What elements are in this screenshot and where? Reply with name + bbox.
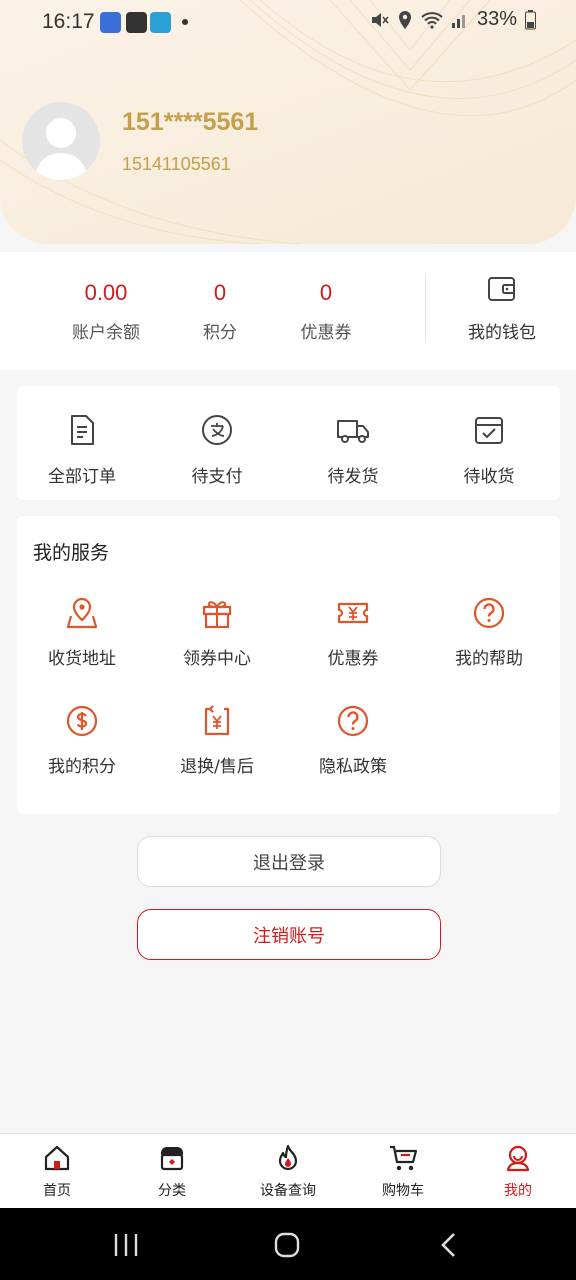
- service-help-button[interactable]: 我的帮助: [424, 596, 554, 669]
- category-icon: [160, 1147, 184, 1171]
- service-refund-button[interactable]: 退换/售后: [152, 704, 282, 777]
- app-notification-icon: [150, 12, 171, 33]
- wifi-icon: [421, 11, 443, 29]
- stat-balance[interactable]: 0.00 账户余额: [46, 280, 166, 343]
- stat-coupons-value: 0: [319, 280, 333, 305]
- cart-icon: [390, 1145, 418, 1171]
- status-bar: 16:17 33%: [0, 0, 576, 46]
- service-coupons-label: 优惠券: [327, 649, 379, 669]
- user-masked-phone: 151****5561: [122, 108, 259, 136]
- stat-coupons-label: 优惠券: [300, 323, 352, 343]
- stat-coupons[interactable]: 0 优惠券: [266, 280, 386, 343]
- order-unreceived-label: 待收货: [463, 467, 515, 487]
- service-points-button[interactable]: 我的积分: [17, 704, 147, 777]
- stat-points-label: 积分: [203, 323, 237, 343]
- location-icon: [398, 10, 411, 29]
- service-coupons-button[interactable]: 优惠券: [288, 596, 418, 669]
- profile-icon: [506, 1145, 530, 1172]
- notification-app-icon: [100, 12, 121, 33]
- nav-profile-label: 我的: [504, 1183, 532, 1199]
- refund-icon: [204, 705, 230, 736]
- logout-button[interactable]: 退出登录: [137, 836, 441, 887]
- nav-category-label: 分类: [158, 1183, 186, 1199]
- wallet-button[interactable]: 我的钱包: [442, 274, 562, 343]
- gift-icon: [202, 601, 232, 629]
- system-navigation-bar: [0, 1208, 576, 1280]
- nav-profile[interactable]: 我的: [468, 1144, 568, 1200]
- nav-cart[interactable]: 购物车: [353, 1144, 453, 1200]
- order-unpaid-label: 待支付: [191, 467, 243, 487]
- service-coupon-center-label: 领券中心: [183, 649, 251, 669]
- services-title: 我的服务: [33, 542, 110, 564]
- order-unshipped-button[interactable]: 待发货: [288, 414, 418, 487]
- service-refund-label: 退换/售后: [180, 757, 254, 777]
- map-pin-icon: [66, 597, 98, 629]
- truck-icon: [337, 420, 369, 443]
- stat-balance-label: 账户余额: [72, 323, 140, 343]
- service-privacy-button[interactable]: 隐私政策: [288, 704, 418, 777]
- user-phone: 15141105561: [122, 154, 231, 174]
- nav-device-query[interactable]: 设备查询: [238, 1144, 338, 1200]
- orders-card: 全部订单 待支付 待发货 待收货: [17, 386, 560, 500]
- gallery-icon: [126, 12, 147, 33]
- nav-device-query-label: 设备查询: [260, 1183, 316, 1199]
- service-help-label: 我的帮助: [455, 649, 523, 669]
- account-stats: 0.00 账户余额 0 积分 0 优惠券 我的钱包: [0, 252, 576, 370]
- battery-icon: [525, 9, 536, 29]
- service-coupon-center-button[interactable]: 领券中心: [152, 596, 282, 669]
- nav-category[interactable]: 分类: [122, 1144, 222, 1200]
- default-avatar-icon: [34, 118, 88, 180]
- dot-icon: [182, 19, 188, 25]
- stat-balance-value: 0.00: [84, 280, 128, 305]
- stat-points[interactable]: 0 积分: [160, 280, 280, 343]
- box-check-icon: [475, 417, 503, 444]
- signal-icon: [451, 14, 465, 28]
- service-address-label: 收货地址: [48, 649, 116, 669]
- service-address-button[interactable]: 收货地址: [17, 596, 147, 669]
- home-button-icon[interactable]: [273, 1231, 301, 1259]
- alipay-icon: [202, 415, 232, 445]
- service-privacy-label: 隐私政策: [319, 757, 387, 777]
- mute-icon: [371, 12, 389, 27]
- stats-divider: [425, 274, 426, 342]
- bottom-navigation: 首页 分类 设备查询 购物车 我的: [0, 1133, 576, 1208]
- order-unpaid-button[interactable]: 待支付: [152, 414, 282, 487]
- home-icon: [44, 1145, 70, 1171]
- question-icon: [337, 705, 369, 737]
- order-unshipped-label: 待发货: [327, 467, 379, 487]
- help-icon: [473, 597, 505, 629]
- wallet-icon: [488, 277, 515, 301]
- order-unreceived-button[interactable]: 待收货: [424, 414, 554, 487]
- avatar[interactable]: [22, 102, 100, 180]
- document-icon: [71, 415, 94, 445]
- stat-points-value: 0: [213, 280, 227, 305]
- service-points-label: 我的积分: [48, 757, 116, 777]
- fire-icon: [278, 1144, 298, 1171]
- order-all-label: 全部订单: [48, 467, 116, 487]
- coupon-icon: [337, 602, 369, 624]
- cancel-account-button[interactable]: 注销账号: [137, 909, 441, 960]
- back-icon[interactable]: [438, 1231, 460, 1259]
- order-all-button[interactable]: 全部订单: [17, 414, 147, 487]
- nav-home[interactable]: 首页: [7, 1144, 107, 1200]
- wallet-label: 我的钱包: [468, 323, 536, 343]
- status-time: 16:17: [42, 10, 95, 33]
- recent-apps-icon[interactable]: [112, 1232, 140, 1258]
- battery-percentage: 33%: [476, 8, 517, 30]
- nav-cart-label: 购物车: [382, 1183, 424, 1199]
- dollar-coin-icon: [66, 705, 98, 737]
- profile-header: 16:17 33% 151****5561 15141105561: [0, 0, 576, 244]
- services-card: 我的服务 收货地址 领券中心 优惠券 我的帮助 我的积分 退换/售后 隐私政策: [17, 516, 560, 814]
- nav-home-label: 首页: [43, 1183, 71, 1199]
